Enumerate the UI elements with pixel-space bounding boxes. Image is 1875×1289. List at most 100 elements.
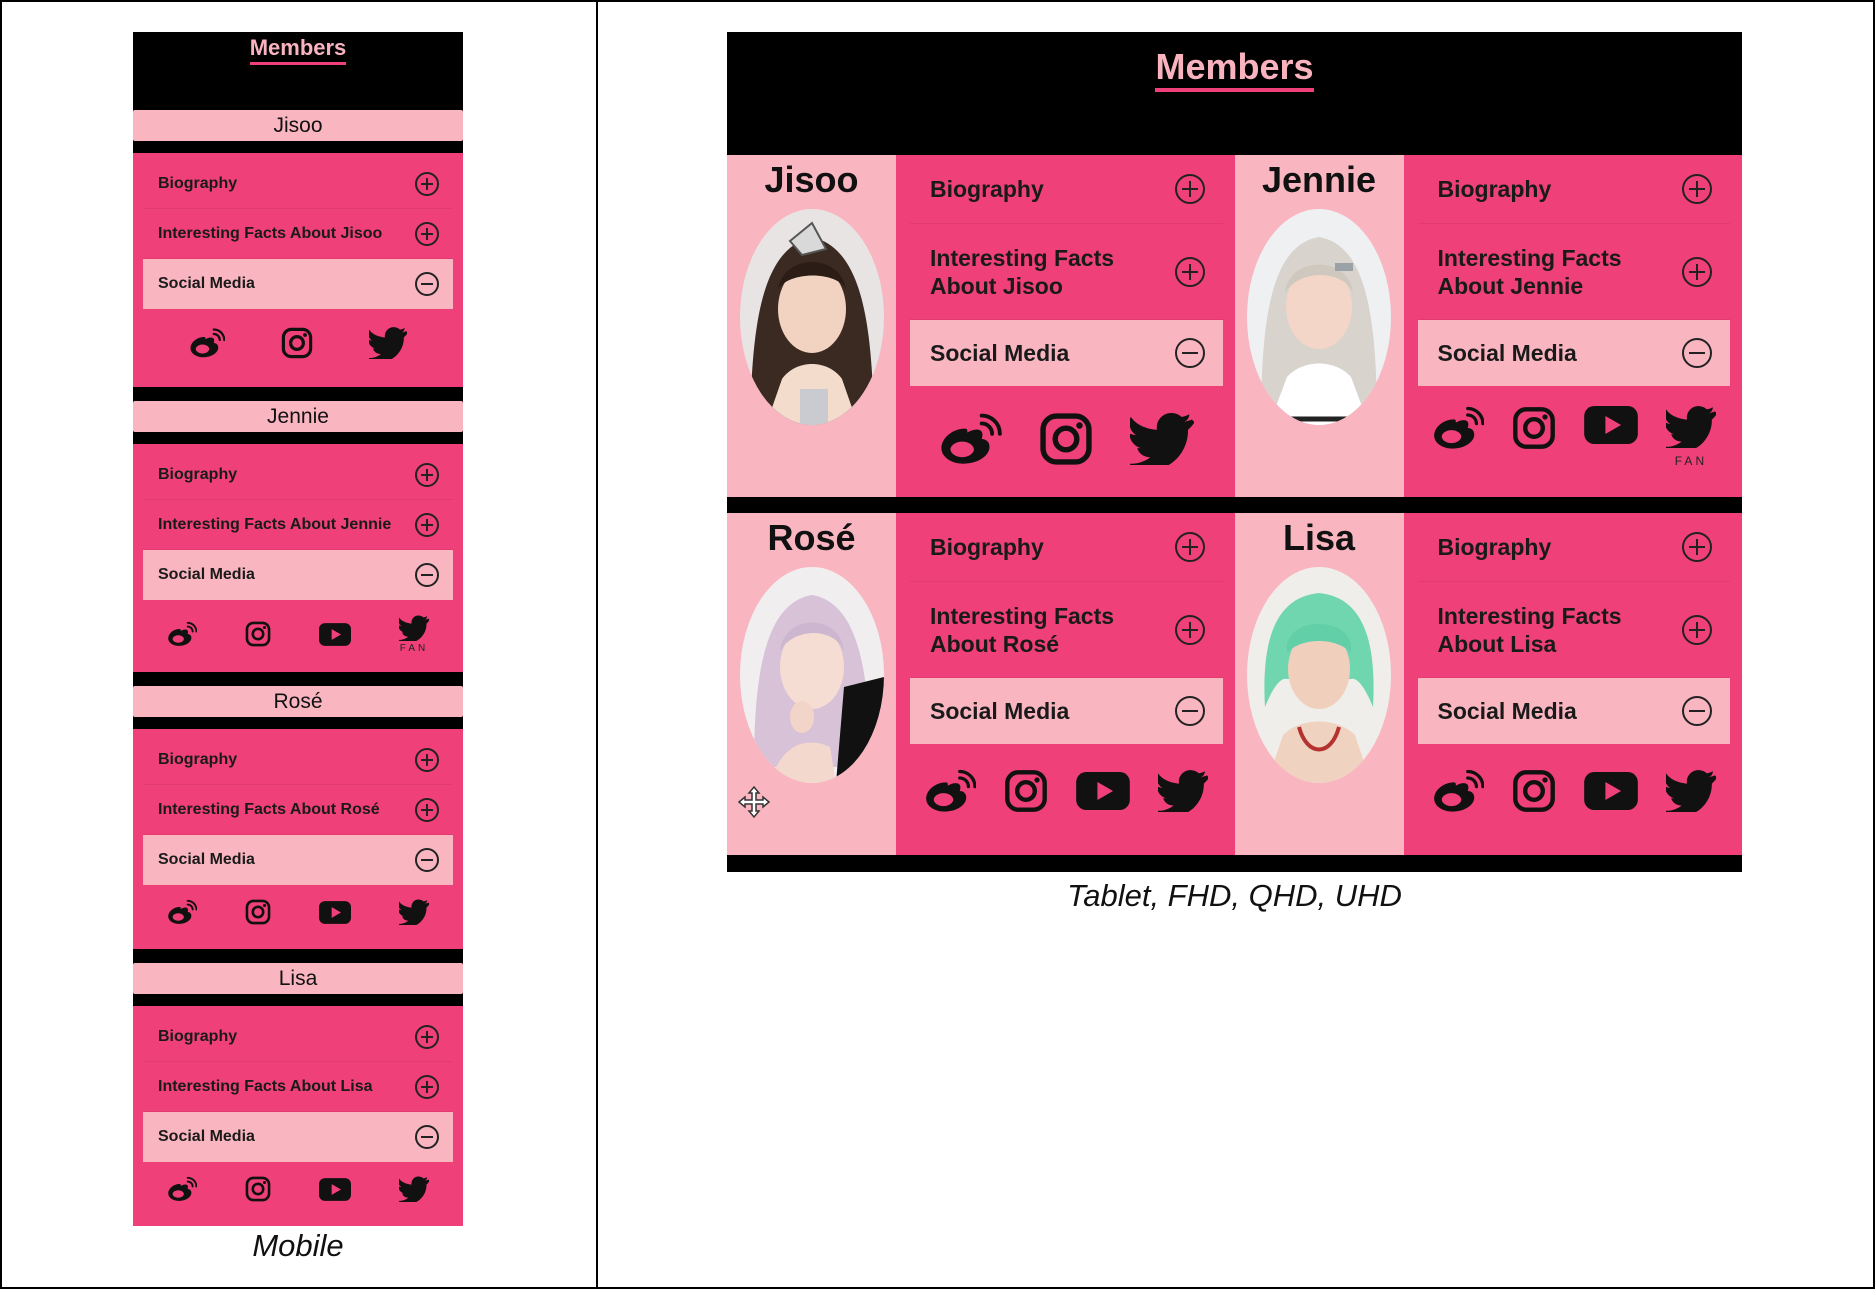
accordion-social-media[interactable]: Social Media: [143, 259, 453, 309]
youtube-icon[interactable]: [1076, 772, 1130, 810]
accordion-biography[interactable]: Biography: [143, 735, 453, 785]
weibo-icon[interactable]: [167, 621, 197, 647]
accordion-social-media[interactable]: Social Media: [910, 320, 1223, 386]
youtube-icon[interactable]: [319, 623, 351, 646]
accordion-facts[interactable]: Interesting Facts About Jisoo: [910, 224, 1223, 320]
youtube-icon[interactable]: [1584, 772, 1638, 810]
instagram-icon[interactable]: [245, 899, 271, 925]
accordion-facts[interactable]: Interesting Facts About Jennie: [143, 500, 453, 550]
accordion-biography[interactable]: Biography: [1417, 155, 1730, 224]
social-icons: [910, 744, 1223, 834]
plus-circle-icon[interactable]: [1174, 532, 1205, 562]
instagram-icon[interactable]: [1039, 412, 1093, 466]
instagram-icon[interactable]: [245, 1176, 271, 1202]
twitter-icon[interactable]: [399, 1176, 429, 1202]
instagram-icon[interactable]: [281, 327, 313, 359]
member-photo-column: Jisoo: [727, 155, 896, 497]
twitter-icon[interactable]: [1158, 770, 1208, 812]
accordion-social-media[interactable]: Social Media: [1417, 678, 1730, 744]
minus-circle-icon[interactable]: [415, 272, 439, 296]
minus-circle-icon[interactable]: [1174, 338, 1205, 368]
minus-circle-icon[interactable]: [1682, 338, 1712, 368]
weibo-icon[interactable]: [1432, 406, 1484, 450]
plus-circle-icon[interactable]: [1682, 256, 1712, 287]
plus-circle-icon[interactable]: [1682, 174, 1712, 204]
twitter-fan-link[interactable]: FAN: [1666, 406, 1716, 468]
accordion-biography[interactable]: Biography: [1417, 513, 1730, 582]
weibo-icon[interactable]: [167, 1176, 197, 1202]
social-icons: [143, 1162, 453, 1216]
plus-circle-icon[interactable]: [1174, 174, 1205, 204]
plus-circle-icon[interactable]: [1682, 614, 1712, 645]
instagram-icon[interactable]: [1512, 769, 1556, 813]
plus-circle-icon[interactable]: [1682, 532, 1712, 562]
plus-circle-icon[interactable]: [415, 797, 439, 822]
twitter-icon[interactable]: [1666, 770, 1716, 812]
accordion-biography[interactable]: Biography: [143, 1012, 453, 1062]
weibo-icon[interactable]: [167, 899, 197, 925]
minus-circle-icon[interactable]: [1174, 696, 1205, 726]
instagram-icon[interactable]: [1004, 769, 1048, 813]
instagram-icon[interactable]: [245, 621, 271, 647]
weibo-icon[interactable]: [1432, 769, 1484, 813]
social-icons: [910, 386, 1223, 486]
social-icons: FAN: [143, 600, 453, 662]
accordion-facts[interactable]: Interesting Facts About Lisa: [1417, 582, 1730, 678]
minus-circle-icon[interactable]: [415, 848, 439, 872]
accordion-social-media[interactable]: Social Media: [143, 550, 453, 600]
accordion-biography[interactable]: Biography: [910, 155, 1223, 224]
accordion-social-media[interactable]: Social Media: [143, 835, 453, 885]
weibo-icon[interactable]: [924, 769, 976, 813]
twitter-icon[interactable]: [1666, 406, 1716, 448]
accordion-biography[interactable]: Biography: [910, 513, 1223, 582]
minus-circle-icon[interactable]: [415, 563, 439, 587]
desktop-view: Members Jisoo Biography Interesting Fact…: [727, 32, 1742, 872]
accordion: Biography Interesting Facts About Lisa So…: [1403, 513, 1742, 855]
mobile-header: Members: [133, 32, 463, 110]
member-name: Jennie: [133, 401, 463, 432]
youtube-icon[interactable]: [1584, 406, 1638, 444]
youtube-icon[interactable]: [319, 901, 351, 924]
twitter-icon[interactable]: [399, 899, 429, 925]
social-icons: [143, 309, 453, 377]
youtube-icon[interactable]: [319, 1178, 351, 1201]
accordion-social-media[interactable]: Social Media: [910, 678, 1223, 744]
accordion-facts[interactable]: Interesting Facts About Rosé: [910, 582, 1223, 678]
twitter-icon[interactable]: [399, 615, 429, 641]
accordion-facts[interactable]: Interesting Facts About Lisa: [143, 1062, 453, 1112]
accordion-social-media[interactable]: Social Media: [1417, 320, 1730, 386]
minus-circle-icon[interactable]: [1682, 696, 1712, 726]
accordion-label: Interesting Facts About Jennie: [1437, 244, 1622, 299]
instagram-icon[interactable]: [1512, 406, 1556, 450]
accordion-label: Biography: [158, 465, 238, 483]
plus-circle-icon[interactable]: [415, 512, 439, 537]
move-cursor-icon: [737, 785, 771, 819]
plus-circle-icon[interactable]: [415, 747, 439, 772]
minus-circle-icon[interactable]: [415, 1125, 439, 1149]
member-name: Jisoo: [133, 110, 463, 141]
twitter-fan-link[interactable]: FAN: [399, 615, 429, 654]
accordion-label: Biography: [930, 534, 1044, 560]
weibo-icon[interactable]: [189, 328, 225, 358]
twitter-icon[interactable]: [1130, 413, 1194, 465]
member-photo: [739, 567, 884, 783]
accordion-social-media[interactable]: Social Media: [143, 1112, 453, 1162]
accordion-biography[interactable]: Biography: [143, 159, 453, 209]
accordion-label: Biography: [1437, 176, 1552, 202]
plus-circle-icon[interactable]: [415, 221, 439, 246]
twitter-icon[interactable]: [369, 327, 407, 359]
plus-circle-icon[interactable]: [415, 462, 439, 487]
fan-label: FAN: [399, 642, 429, 654]
accordion-biography[interactable]: Biography: [143, 450, 453, 500]
weibo-icon[interactable]: [938, 413, 1002, 465]
plus-circle-icon[interactable]: [415, 171, 439, 196]
plus-circle-icon[interactable]: [1174, 256, 1205, 287]
accordion: Biography Interesting Facts About Jisoo S…: [896, 155, 1235, 497]
accordion-label: Social Media: [158, 275, 255, 292]
plus-circle-icon[interactable]: [415, 1024, 439, 1049]
accordion-facts[interactable]: Interesting Facts About Rosé: [143, 785, 453, 835]
plus-circle-icon[interactable]: [1174, 614, 1205, 645]
plus-circle-icon[interactable]: [415, 1074, 439, 1099]
accordion-facts[interactable]: Interesting Facts About Jisoo: [143, 209, 453, 259]
accordion-facts[interactable]: Interesting Facts About Jennie: [1417, 224, 1730, 320]
